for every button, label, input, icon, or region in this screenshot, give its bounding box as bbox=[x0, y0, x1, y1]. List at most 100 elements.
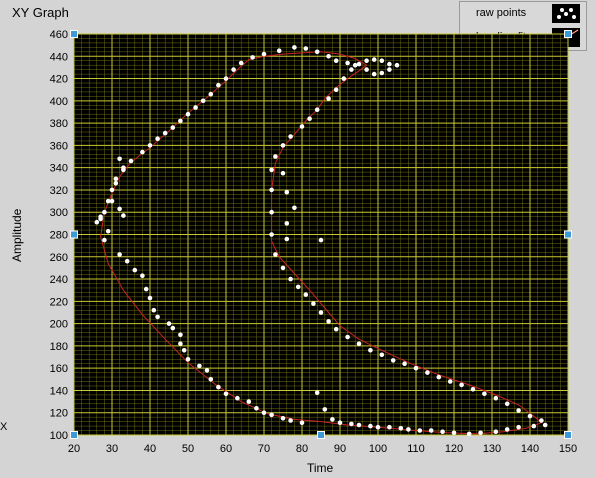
raw-point bbox=[447, 379, 453, 384]
raw-point bbox=[527, 413, 533, 419]
raw-point bbox=[356, 341, 362, 347]
raw-point bbox=[109, 187, 115, 193]
raw-point bbox=[299, 420, 305, 426]
raw-point bbox=[333, 87, 339, 92]
y-tick-label: 120 bbox=[50, 408, 68, 420]
x-tick-label: 70 bbox=[258, 443, 270, 455]
raw-point bbox=[143, 286, 149, 292]
raw-point bbox=[269, 187, 274, 193]
raw-point bbox=[292, 205, 297, 211]
raw-point bbox=[254, 406, 259, 411]
y-tick-label: 360 bbox=[50, 140, 68, 152]
x-tick-label: 40 bbox=[144, 443, 156, 455]
raw-point bbox=[345, 60, 350, 66]
raw-point bbox=[178, 118, 183, 124]
raw-point bbox=[273, 154, 278, 159]
raw-point bbox=[284, 189, 290, 195]
raw-point bbox=[288, 134, 293, 139]
raw-point bbox=[117, 206, 122, 212]
x-tick-label: 130 bbox=[483, 443, 501, 455]
raw-point bbox=[516, 408, 521, 413]
raw-point bbox=[436, 374, 442, 380]
xy-graph-chart[interactable]: 20 30 40 50 60 70 80 90 100 110 120 130 140 150 100 12… bbox=[0, 0, 595, 478]
raw-point bbox=[121, 167, 126, 173]
raw-point bbox=[238, 60, 244, 66]
x-tick-label: 140 bbox=[521, 443, 539, 455]
raw-point bbox=[352, 62, 358, 68]
raw-point bbox=[273, 252, 278, 257]
raw-point bbox=[231, 67, 236, 72]
x-tick-label: 20 bbox=[68, 443, 80, 455]
resize-handle[interactable] bbox=[564, 30, 572, 38]
x-tick-label: 120 bbox=[445, 443, 463, 455]
raw-point bbox=[322, 407, 328, 412]
raw-point bbox=[269, 412, 274, 418]
raw-point bbox=[235, 395, 240, 401]
raw-point bbox=[539, 418, 544, 423]
raw-point bbox=[178, 341, 183, 347]
raw-point bbox=[223, 391, 229, 397]
raw-point bbox=[345, 334, 350, 340]
raw-point bbox=[470, 387, 476, 392]
raw-point bbox=[387, 67, 392, 72]
raw-point bbox=[269, 167, 274, 173]
raw-point bbox=[200, 98, 206, 104]
raw-point bbox=[440, 429, 445, 435]
raw-point bbox=[250, 55, 255, 60]
raw-point bbox=[368, 348, 373, 353]
raw-point bbox=[280, 143, 286, 148]
raw-point bbox=[379, 58, 385, 63]
raw-point bbox=[303, 292, 309, 297]
y-tick-label: 300 bbox=[50, 207, 68, 219]
resize-handle[interactable] bbox=[564, 230, 572, 239]
x-tick-labels: 20 30 40 50 60 70 80 90 100 110 120 130 140 150 bbox=[68, 443, 577, 455]
y-tick-label: 100 bbox=[50, 430, 68, 442]
resize-handle[interactable] bbox=[70, 30, 78, 38]
y-tick-label: 400 bbox=[50, 96, 68, 108]
raw-point bbox=[368, 423, 373, 429]
raw-point bbox=[197, 363, 202, 369]
raw-point bbox=[102, 237, 107, 243]
raw-point bbox=[94, 219, 100, 225]
raw-point bbox=[113, 176, 119, 182]
raw-point bbox=[170, 125, 176, 130]
raw-point bbox=[181, 348, 187, 353]
y-tick-label: 440 bbox=[50, 51, 68, 63]
raw-point bbox=[417, 428, 423, 433]
raw-point bbox=[318, 237, 324, 243]
x-tick-label: 60 bbox=[220, 443, 232, 455]
y-tick-label: 280 bbox=[50, 230, 68, 242]
raw-point bbox=[124, 258, 130, 264]
raw-point bbox=[216, 82, 221, 88]
raw-point bbox=[208, 377, 214, 382]
raw-point bbox=[311, 301, 316, 306]
resize-handle[interactable] bbox=[70, 431, 78, 439]
resize-handle[interactable] bbox=[317, 431, 325, 439]
raw-point bbox=[162, 130, 168, 136]
raw-point bbox=[326, 96, 331, 101]
raw-point bbox=[208, 91, 214, 97]
raw-point bbox=[185, 357, 191, 362]
raw-point bbox=[371, 71, 377, 77]
raw-point bbox=[333, 58, 339, 63]
raw-point bbox=[356, 422, 362, 428]
resize-handle[interactable] bbox=[70, 230, 78, 239]
raw-point bbox=[140, 273, 145, 279]
raw-point bbox=[398, 426, 404, 431]
raw-point bbox=[113, 181, 119, 186]
x-tick-label: 110 bbox=[407, 443, 425, 455]
raw-point bbox=[542, 422, 548, 428]
raw-point bbox=[387, 424, 392, 430]
raw-point bbox=[330, 417, 335, 422]
raw-point bbox=[261, 51, 267, 57]
y-tick-label: 420 bbox=[50, 74, 68, 86]
raw-point bbox=[178, 332, 183, 338]
raw-point bbox=[117, 156, 122, 162]
raw-point bbox=[299, 124, 305, 129]
raw-point bbox=[193, 105, 198, 110]
raw-point bbox=[428, 428, 434, 433]
raw-point bbox=[504, 401, 510, 407]
resize-handle[interactable] bbox=[564, 431, 572, 439]
raw-point bbox=[284, 236, 290, 242]
y-tick-label: 200 bbox=[50, 319, 68, 331]
